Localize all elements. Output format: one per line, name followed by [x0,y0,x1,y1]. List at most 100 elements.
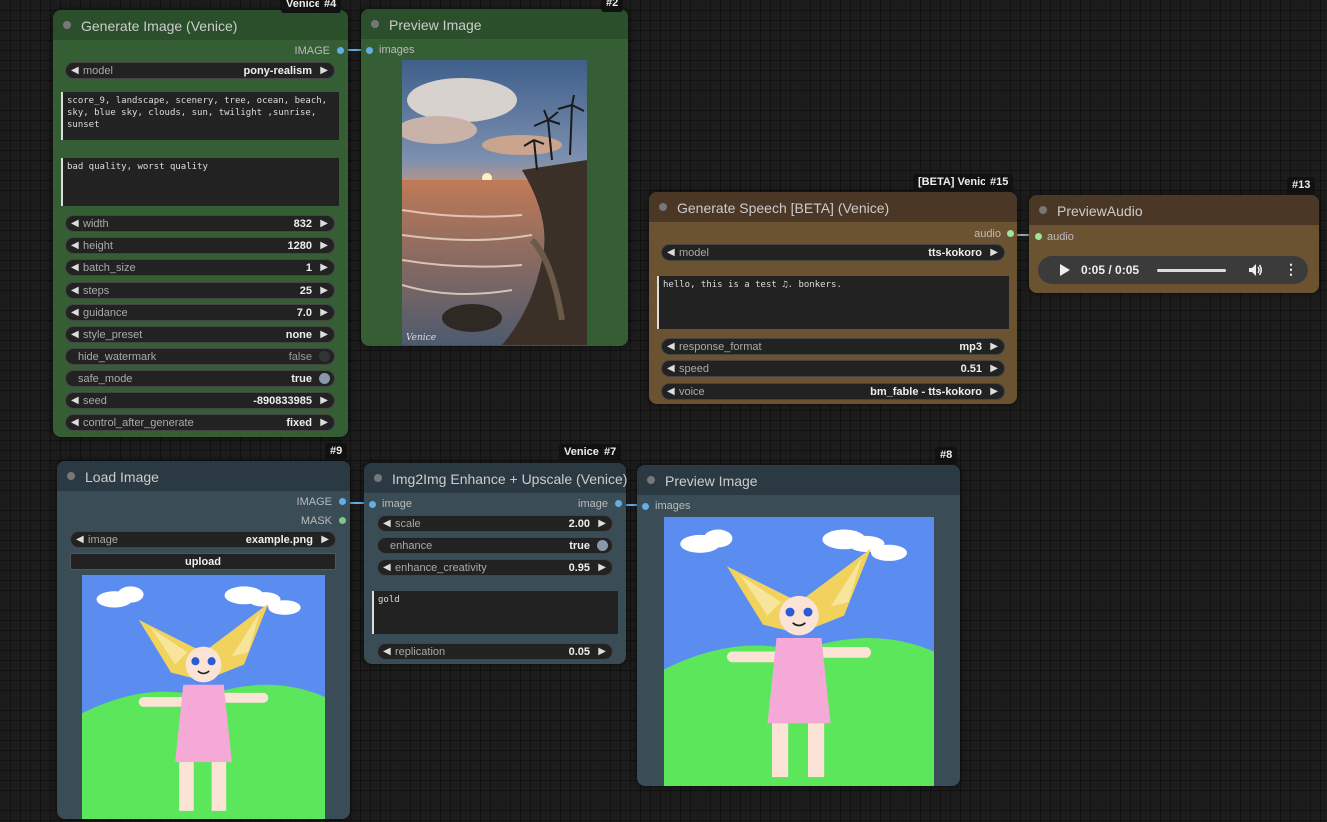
model-widget[interactable]: ◀ model pony-realism ▶ [65,62,335,79]
output-slot-dot[interactable] [615,500,622,507]
decrement-icon[interactable]: ◀ [71,394,79,408]
venice-watermark: Venice [406,333,436,343]
enhance-creativity-widget[interactable]: ◀ enhance_creativity 0.95 ▶ [377,559,613,576]
decrement-icon[interactable]: ◀ [71,328,79,342]
decrement-icon[interactable]: ◀ [383,561,391,575]
decrement-icon[interactable]: ◀ [71,239,79,253]
hide-watermark-toggle[interactable]: hide_watermark false [65,348,335,365]
mask-slot-dot[interactable] [339,517,346,524]
decrement-icon[interactable]: ◀ [71,217,79,231]
node-preview-image-1[interactable]: Preview Image #2 images Venice [361,0,628,346]
prompt-textarea[interactable]: gold [372,591,618,634]
collapse-dot[interactable] [1039,206,1047,214]
node-preview-image-2[interactable]: Preview Image #8 images [637,447,960,786]
collapse-dot[interactable] [374,474,382,482]
node-title-bar[interactable]: Preview Image [361,9,628,39]
enhance-toggle[interactable]: enhance true [377,537,613,554]
output-slot-dot[interactable] [337,47,344,54]
decrement-icon[interactable]: ◀ [71,64,79,78]
decrement-icon[interactable]: ◀ [383,517,391,531]
play-icon[interactable] [1060,264,1070,276]
node-title-bar[interactable]: Generate Image (Venice) [53,10,348,40]
negative-prompt-textarea[interactable]: bad quality, worst quality [61,158,339,206]
decrement-icon[interactable]: ◀ [667,246,675,260]
increment-icon[interactable]: ▶ [990,340,998,354]
height-widget[interactable]: ◀ height 1280 ▶ [65,237,335,254]
decrement-icon[interactable]: ◀ [71,261,79,275]
safe-mode-toggle[interactable]: safe_mode true [65,370,335,387]
increment-icon[interactable]: ▶ [320,64,328,78]
response-format-widget[interactable]: ◀ response_format mp3 ▶ [661,338,1005,355]
input-slot-dot[interactable] [366,47,373,54]
increment-icon[interactable]: ▶ [320,261,328,275]
node-title-bar[interactable]: Img2Img Enhance + Upscale (Venice) [364,463,627,493]
node-preview-audio[interactable]: PreviewAudio #13 audio 0:05 / 0:05 ⋮ [1029,177,1319,293]
guidance-widget[interactable]: ◀ guidance 7.0 ▶ [65,304,335,321]
input-slot-dot[interactable] [642,503,649,510]
seed-widget[interactable]: ◀ seed -890833985 ▶ [65,392,335,409]
increment-icon[interactable]: ▶ [320,217,328,231]
style-preset-widget[interactable]: ◀ style_preset none ▶ [65,326,335,343]
input-slot-dot[interactable] [1035,233,1042,240]
node-title-bar[interactable]: Load Image [57,461,350,491]
node-img2img-enhance[interactable]: Img2Img Enhance + Upscale (Venice) Venic… [364,444,627,664]
replication-widget[interactable]: ◀ replication 0.05 ▶ [377,643,613,660]
increment-icon[interactable]: ▶ [990,246,998,260]
volume-icon[interactable] [1247,262,1263,278]
collapse-dot[interactable] [659,203,667,211]
scale-widget[interactable]: ◀ scale 2.00 ▶ [377,515,613,532]
node-title-bar[interactable]: Preview Image [637,465,960,495]
width-widget[interactable]: ◀ width 832 ▶ [65,215,335,232]
speed-widget[interactable]: ◀ speed 0.51 ▶ [661,360,1005,377]
node-generate-image[interactable]: Generate Image (Venice) Venice- #4 IMAGE… [53,0,348,437]
decrement-icon[interactable]: ◀ [383,645,391,659]
output-slot-dot[interactable] [339,498,346,505]
increment-icon[interactable]: ▶ [598,561,606,575]
increment-icon[interactable]: ▶ [598,517,606,531]
output-slot-dot[interactable] [1007,230,1014,237]
node-load-image[interactable]: Load Image #9 IMAGE MASK ◀ image example… [57,443,350,819]
decrement-icon[interactable]: ◀ [71,306,79,320]
increment-icon[interactable]: ▶ [990,362,998,376]
widget-value: 0.51 [960,363,982,375]
node-title-bar[interactable]: Generate Speech [BETA] (Venice) [649,192,1017,222]
collapse-dot[interactable] [647,476,655,484]
toggle-knob-icon[interactable] [597,540,608,551]
voice-widget[interactable]: ◀ voice bm_fable - tts-kokoro ▶ [661,383,1005,400]
batch-size-widget[interactable]: ◀ batch_size 1 ▶ [65,259,335,276]
speech-text-textarea[interactable]: hello, this is a test ♫. bonkers. [657,276,1009,329]
toggle-knob-icon[interactable] [319,373,330,384]
collapse-dot[interactable] [63,21,71,29]
toggle-knob-icon[interactable] [319,351,330,362]
node-title-bar[interactable]: PreviewAudio [1029,195,1319,225]
increment-icon[interactable]: ▶ [320,394,328,408]
increment-icon[interactable]: ▶ [320,306,328,320]
increment-icon[interactable]: ▶ [320,416,328,430]
increment-icon[interactable]: ▶ [990,385,998,399]
decrement-icon[interactable]: ◀ [667,340,675,354]
more-options-icon[interactable]: ⋮ [1284,262,1298,276]
widget-value: 0.95 [568,562,590,574]
increment-icon[interactable]: ▶ [598,645,606,659]
image-select-widget[interactable]: ◀ image example.png ▶ [70,531,336,548]
input-slot-dot[interactable] [369,501,376,508]
node-generate-speech[interactable]: Generate Speech [BETA] (Venice) [BETA] V… [649,174,1017,404]
decrement-icon[interactable]: ◀ [71,416,79,430]
decrement-icon[interactable]: ◀ [667,362,675,376]
model-widget[interactable]: ◀ model tts-kokoro ▶ [661,244,1005,261]
decrement-icon[interactable]: ◀ [667,385,675,399]
upload-button[interactable]: upload [70,553,336,570]
increment-icon[interactable]: ▶ [320,328,328,342]
positive-prompt-textarea[interactable]: score_9, landscape, scenery, tree, ocean… [61,92,339,140]
collapse-dot[interactable] [67,472,75,480]
audio-progress-bar[interactable] [1157,269,1226,272]
collapse-dot[interactable] [371,20,379,28]
increment-icon[interactable]: ▶ [321,533,329,547]
steps-widget[interactable]: ◀ steps 25 ▶ [65,282,335,299]
increment-icon[interactable]: ▶ [320,239,328,253]
audio-player[interactable]: 0:05 / 0:05 ⋮ [1038,256,1308,284]
decrement-icon[interactable]: ◀ [76,533,84,547]
increment-icon[interactable]: ▶ [320,284,328,298]
decrement-icon[interactable]: ◀ [71,284,79,298]
control-after-generate-widget[interactable]: ◀ control_after_generate fixed ▶ [65,414,335,431]
